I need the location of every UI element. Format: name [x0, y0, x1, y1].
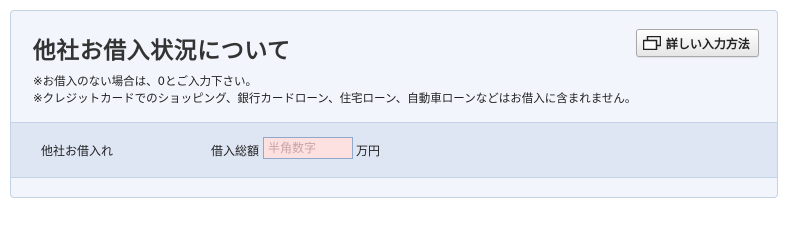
detailed-input-method-button[interactable]: 詳しい入力方法 [635, 29, 759, 57]
other-loans-row: 他社お借入れ 借入総額 万円 [11, 122, 777, 178]
overlapping-windows-icon [642, 36, 661, 50]
section-title: 他社お借入状況について [33, 38, 291, 64]
other-loans-label: 他社お借入れ [41, 144, 114, 158]
other-loans-panel: 他社お借入状況について 詳しい入力方法 ※お借入のない場合は、0とご入力下さい。… [10, 10, 778, 198]
unit-man-yen: 万円 [356, 144, 381, 158]
notes: ※お借入のない場合は、0とご入力下さい。 ※クレジットカードでのショッピング、銀… [33, 73, 636, 107]
note-zero-input: ※お借入のない場合は、0とご入力下さい。 [33, 74, 257, 88]
note-excluded-loans: ※クレジットカードでのショッピング、銀行カードローン、住宅ローン、自動車ローンな… [33, 91, 637, 105]
total-borrowing-label: 借入総額 [211, 144, 260, 158]
detailed-input-method-label: 詳しい入力方法 [665, 36, 750, 51]
total-borrowing-input[interactable] [263, 137, 353, 159]
